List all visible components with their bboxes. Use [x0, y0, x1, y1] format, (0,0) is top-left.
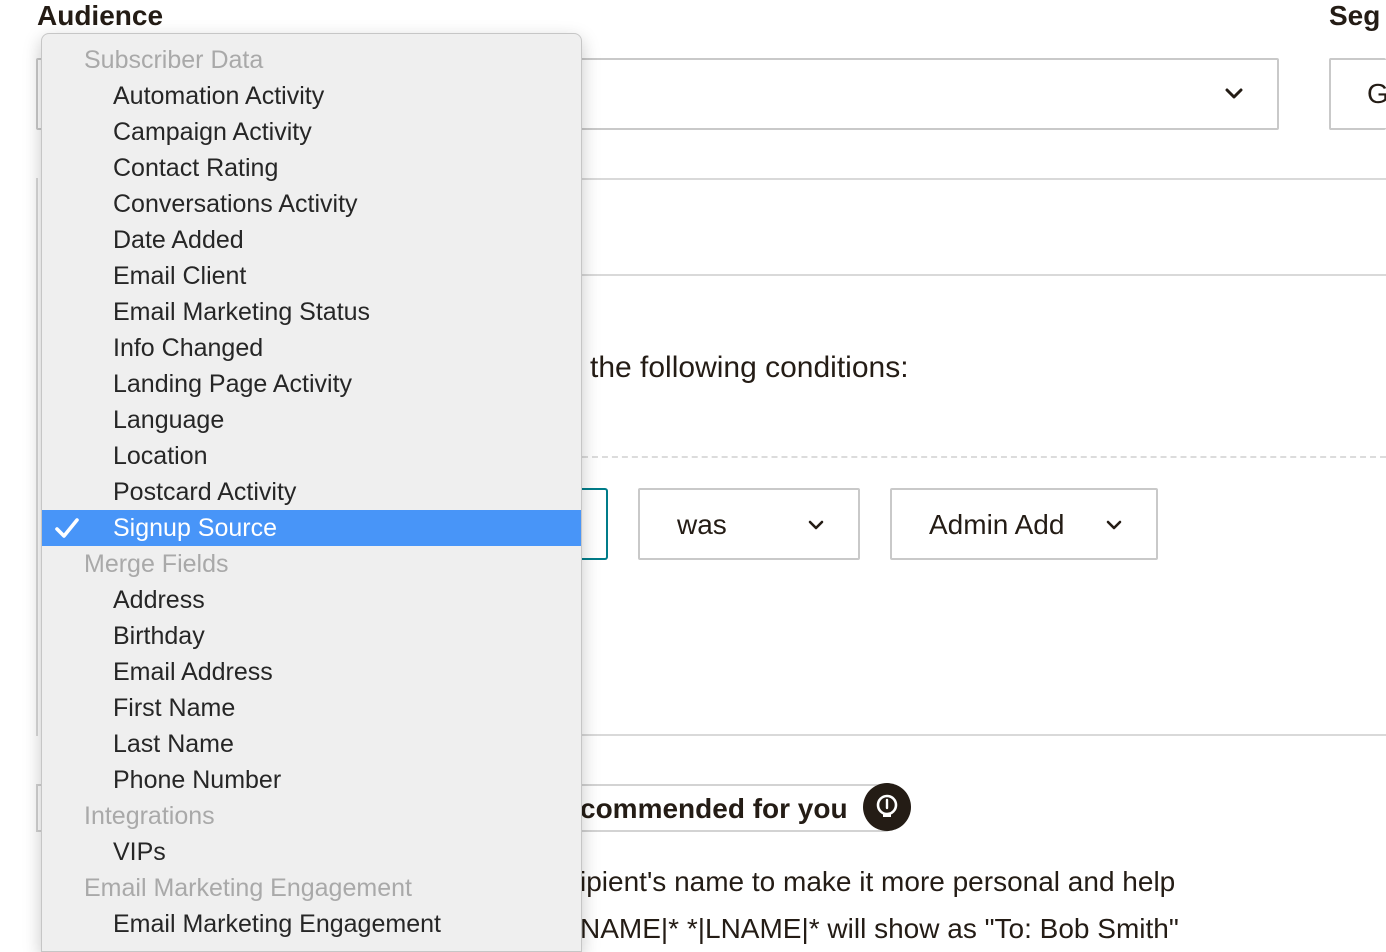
menu-item[interactable]: Language [42, 402, 581, 438]
menu-group-header: Merge Fields [42, 546, 581, 582]
menu-item[interactable]: Last Name [42, 726, 581, 762]
menu-row-label: Signup Source [113, 514, 278, 542]
menu-row-label: Language [113, 406, 225, 434]
menu-item[interactable]: Location [42, 438, 581, 474]
menu-item[interactable]: First Name [42, 690, 581, 726]
menu-group-header: Email Marketing Engagement [42, 870, 581, 906]
menu-item[interactable]: VIPs [42, 834, 581, 870]
menu-item[interactable]: Email Client [42, 258, 581, 294]
menu-row-label: Campaign Activity [113, 118, 312, 146]
chevron-down-icon [1104, 515, 1124, 535]
segment-select-value: G [1367, 78, 1386, 109]
menu-row-label: Contact Rating [113, 154, 279, 182]
menu-item[interactable]: Contact Rating [42, 150, 581, 186]
menu-row-label: Location [113, 442, 208, 470]
menu-row-label: Landing Page Activity [113, 370, 353, 398]
segment-select[interactable]: G [1329, 58, 1386, 130]
menu-row-label: Email Marketing Engagement [84, 874, 412, 902]
menu-row-label: VIPs [113, 838, 166, 866]
menu-row-label: Email Address [113, 658, 273, 686]
conditions-divider [582, 456, 1386, 458]
menu-item[interactable]: Landing Page Activity [42, 366, 581, 402]
menu-row-label: Birthday [113, 622, 205, 650]
menu-item[interactable]: Campaign Activity [42, 114, 581, 150]
condition-field-menu[interactable]: Subscriber Data Automation Activity Campai… [41, 33, 582, 952]
segment-label: Seg [1329, 0, 1381, 31]
panel-header-rule [582, 274, 1386, 276]
menu-item[interactable]: Automation Activity [42, 78, 581, 114]
recommended-pill[interactable]: commended for you [560, 784, 890, 832]
menu-row-label: Email Client [113, 262, 247, 290]
menu-row-label: Date Added [113, 226, 244, 254]
menu-item[interactable]: Signup Source [42, 510, 581, 546]
menu-item[interactable]: Email Address [42, 654, 581, 690]
lightbulb-icon [863, 783, 911, 831]
condition-operator-value: was [677, 509, 727, 540]
condition-operator-select[interactable]: was [638, 488, 860, 560]
menu-row-label: Info Changed [113, 334, 264, 362]
menu-row-label: Email Marketing Engagement [113, 910, 441, 938]
condition-value-select[interactable]: Admin Add [890, 488, 1158, 560]
menu-row-label: Automation Activity [113, 82, 325, 110]
menu-item[interactable]: Info Changed [42, 330, 581, 366]
menu-row-label: Postcard Activity [113, 478, 297, 506]
menu-row-label: Address [113, 586, 205, 614]
menu-row-label: Phone Number [113, 766, 282, 794]
menu-group-header: Integrations [42, 798, 581, 834]
menu-row-label: First Name [113, 694, 236, 722]
menu-row-label: Last Name [113, 730, 234, 758]
conditions-text: the following conditions: [590, 351, 909, 384]
menu-item[interactable]: Conversations Activity [42, 186, 581, 222]
menu-row-label: Merge Fields [84, 550, 229, 578]
condition-value-text: Admin Add [929, 509, 1065, 540]
panel-top-rule [582, 178, 1386, 180]
body-text-line-2: NAME|* *|LNAME|* will show as "To: Bob S… [580, 913, 1179, 944]
menu-item[interactable]: Postcard Activity [42, 474, 581, 510]
body-text-line-1: ipient's name to make it more personal a… [580, 866, 1176, 897]
menu-item[interactable]: Email Marketing Status [42, 294, 581, 330]
menu-item[interactable]: Phone Number [42, 762, 581, 798]
menu-row-label: Conversations Activity [113, 190, 358, 218]
menu-item[interactable]: Birthday [42, 618, 581, 654]
recommended-text: commended for you [580, 793, 848, 824]
checkmark-icon [52, 510, 82, 546]
menu-item[interactable]: Date Added [42, 222, 581, 258]
menu-group-header: Subscriber Data [42, 42, 581, 78]
chevron-down-icon [1224, 84, 1244, 104]
menu-row-label: Subscriber Data [84, 46, 264, 74]
panel-bottom-rule [582, 734, 1386, 736]
menu-item[interactable]: Address [42, 582, 581, 618]
audience-label: Audience [37, 0, 164, 31]
chevron-down-icon [806, 515, 826, 535]
menu-item[interactable]: Email Marketing Engagement [42, 906, 581, 942]
menu-row-label: Integrations [84, 802, 215, 830]
menu-row-label: Email Marketing Status [113, 298, 371, 326]
